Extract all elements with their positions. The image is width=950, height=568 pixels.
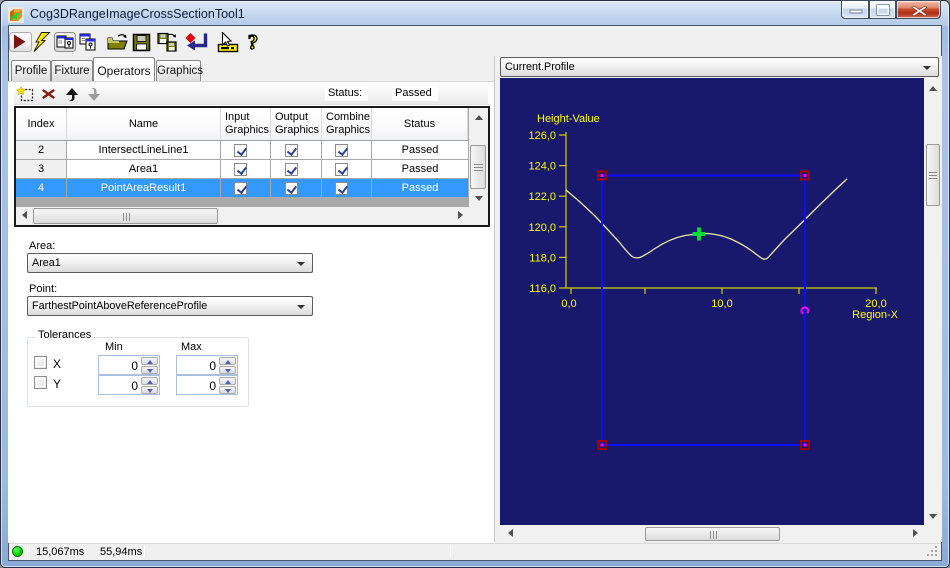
svg-text:Region-X: Region-X [852, 309, 899, 321]
svg-text:124,0: 124,0 [528, 161, 556, 173]
svg-text:Height-Value: Height-Value [537, 113, 600, 125]
svg-text:118,0: 118,0 [529, 252, 556, 264]
svg-text:122,0: 122,0 [528, 191, 556, 203]
svg-text:116,0: 116,0 [529, 283, 556, 295]
svg-text:0,0: 0,0 [561, 298, 576, 310]
svg-text:?: ? [248, 32, 259, 54]
svg-text:120,0: 120,0 [528, 222, 556, 234]
svg-text:126,0: 126,0 [528, 130, 556, 142]
svg-text:10,0: 10,0 [711, 298, 732, 310]
